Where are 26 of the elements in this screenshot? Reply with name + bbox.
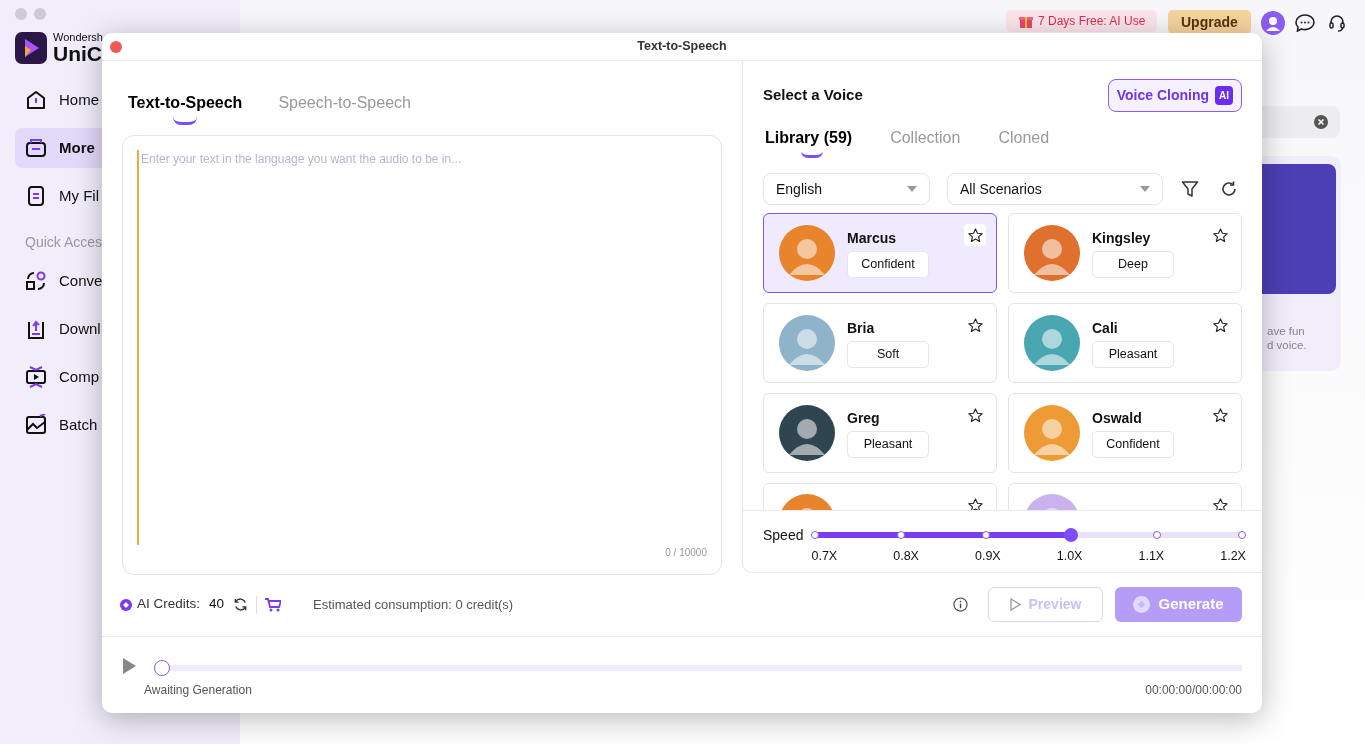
voice-name: Marcus: [847, 229, 898, 249]
section-label: Quick Acces: [25, 233, 104, 252]
app-name: UniC: [53, 43, 103, 64]
speed-label: Speed: [763, 526, 804, 545]
voice-tag: Pleasant: [847, 431, 929, 458]
character-counter: 0 / 10000: [665, 546, 707, 560]
time-display: 00:00:00/00:00:00: [1145, 682, 1242, 699]
voice-tag: Pleasant: [1092, 341, 1174, 368]
estimated-consumption: Estimated consumption: 0 credit(s): [313, 595, 514, 614]
status-text: Awaiting Generation: [144, 682, 252, 699]
voice-name: Bria: [847, 319, 876, 339]
voice-name: Greg: [847, 409, 881, 429]
voice-name: Kingsley: [1092, 229, 1152, 249]
credits-count: 40: [209, 595, 225, 614]
voice-tag: Confident: [1092, 431, 1174, 458]
panel-heading: Select a Voice: [763, 85, 863, 106]
card-text: ave fun: [1266, 324, 1306, 338]
voice-tag: Soft: [847, 341, 929, 368]
brand-line: Wondersh: [53, 32, 103, 43]
voice-name: Oswald: [1092, 409, 1143, 429]
voice-tag: Confident: [847, 251, 929, 278]
card-text: d voice.: [1266, 338, 1308, 352]
window-title: Text-to-Speech: [637, 38, 727, 56]
credits-label: AI Credits:: [137, 595, 201, 614]
voice-name: Cali: [1092, 319, 1119, 339]
voice-tag: Deep: [1092, 251, 1174, 278]
